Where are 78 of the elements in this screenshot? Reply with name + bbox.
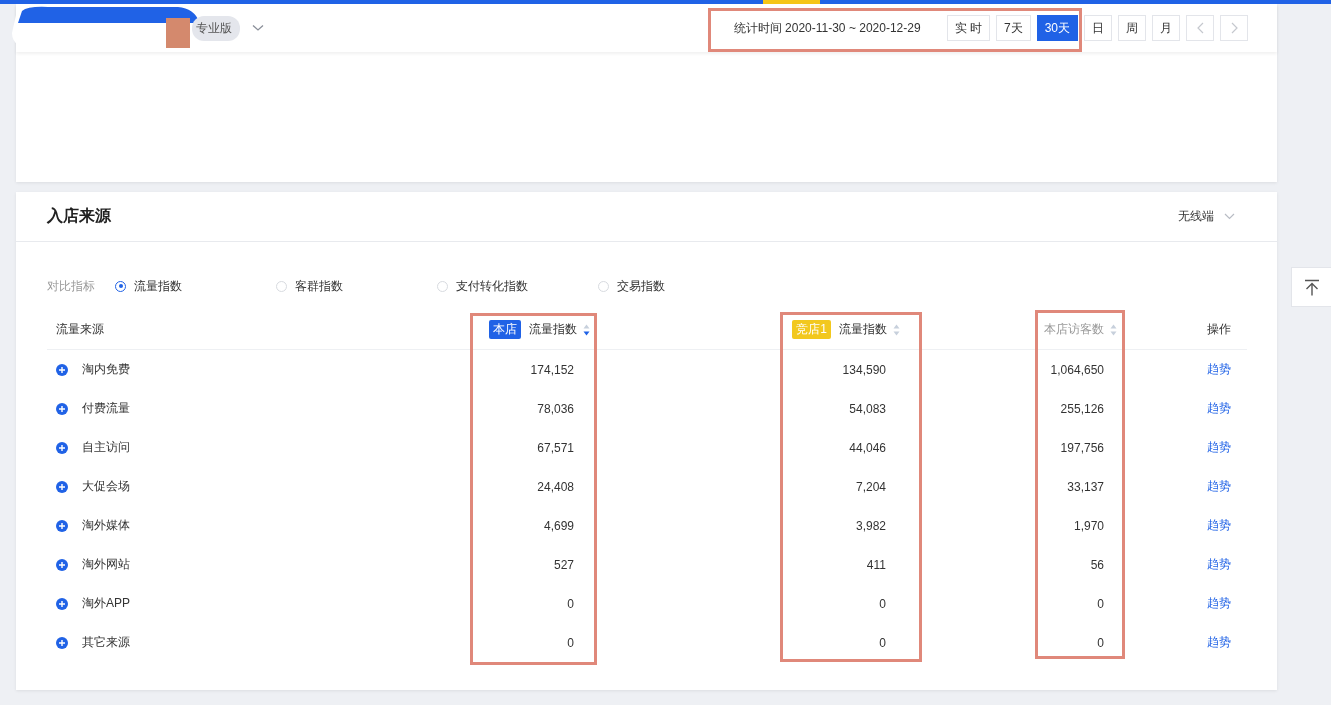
source-name: 自主访问 bbox=[82, 439, 130, 456]
source-name: 淘内免费 bbox=[82, 361, 130, 378]
store-tag: 竞店1 bbox=[792, 320, 831, 339]
source-name: 淘外媒体 bbox=[82, 517, 130, 534]
table-cell: 255,126 bbox=[1060, 401, 1104, 416]
arrow-up-icon bbox=[1304, 278, 1320, 296]
table-cell: 1,970 bbox=[1073, 518, 1104, 533]
trend-link[interactable]: 趋势 bbox=[1207, 517, 1231, 534]
table-cell: 0 bbox=[879, 596, 886, 611]
column-header[interactable]: 流量指数 bbox=[839, 321, 887, 338]
radio-option[interactable]: 支付转化指数 bbox=[437, 277, 598, 295]
trend-link[interactable]: 趋势 bbox=[1207, 361, 1231, 378]
chevron-right-icon bbox=[1230, 22, 1238, 34]
table-cell: 0 bbox=[1097, 596, 1104, 611]
table-cell: 1,064,650 bbox=[1050, 362, 1104, 377]
table-cell: 24,408 bbox=[537, 479, 574, 494]
table-cell: 4,699 bbox=[543, 518, 574, 533]
table-cell: 7,204 bbox=[855, 479, 886, 494]
table-cell: 411 bbox=[866, 557, 886, 572]
chevron-down-icon[interactable] bbox=[252, 24, 264, 32]
trend-link[interactable]: 趋势 bbox=[1207, 556, 1231, 573]
sort-icon[interactable] bbox=[583, 323, 590, 336]
compare-label: 对比指标 bbox=[47, 277, 96, 295]
radio-option[interactable]: 交易指数 bbox=[598, 277, 759, 295]
device-select[interactable]: 无线端 bbox=[1178, 208, 1235, 225]
column-header: 操作 bbox=[1207, 321, 1231, 338]
source-name: 淘外网站 bbox=[82, 556, 130, 573]
trend-link[interactable]: 趋势 bbox=[1207, 400, 1231, 417]
expand-icon[interactable] bbox=[56, 519, 68, 532]
table-cell: 3,982 bbox=[855, 518, 886, 533]
table-cell: 197,756 bbox=[1060, 440, 1104, 455]
table-cell: 527 bbox=[553, 557, 574, 572]
period-button[interactable]: 周 bbox=[1118, 15, 1146, 41]
expand-icon[interactable] bbox=[56, 363, 68, 376]
back-to-top-button[interactable] bbox=[1291, 267, 1331, 307]
table-cell: 0 bbox=[1097, 635, 1104, 650]
tab-indicator bbox=[763, 0, 820, 4]
chevron-left-icon bbox=[1196, 22, 1204, 34]
table-cell: 56 bbox=[1090, 557, 1104, 572]
period-button[interactable]: 实 时 bbox=[946, 15, 990, 41]
expand-icon[interactable] bbox=[56, 558, 68, 571]
table-cell: 174,152 bbox=[530, 362, 574, 377]
expand-icon[interactable] bbox=[56, 480, 68, 493]
logo-mark bbox=[166, 18, 190, 48]
period-button[interactable]: 月 bbox=[1152, 15, 1180, 41]
table-cell: 78,036 bbox=[537, 401, 574, 416]
period-button[interactable]: 7天 bbox=[995, 15, 1031, 41]
trend-link[interactable]: 趋势 bbox=[1207, 478, 1231, 495]
chevron-down-icon bbox=[1224, 213, 1235, 220]
table-cell: 67,571 bbox=[537, 440, 574, 455]
expand-icon[interactable] bbox=[56, 441, 68, 454]
period-button[interactable]: 日 bbox=[1084, 15, 1112, 41]
expand-icon[interactable] bbox=[56, 402, 68, 415]
expand-icon[interactable] bbox=[56, 597, 68, 610]
column-header: 流量来源 bbox=[56, 321, 104, 338]
source-name: 大促会场 bbox=[82, 478, 130, 495]
table-cell: 134,590 bbox=[842, 362, 886, 377]
table-cell: 0 bbox=[567, 635, 574, 650]
table-cell: 0 bbox=[879, 635, 886, 650]
section-title: 入店来源 bbox=[47, 206, 111, 226]
radio-option[interactable]: 流量指数 bbox=[115, 277, 276, 295]
table-cell: 54,083 bbox=[849, 401, 886, 416]
source-name: 淘外APP bbox=[82, 595, 130, 612]
table-cell: 44,046 bbox=[849, 440, 886, 455]
radio-option[interactable]: 客群指数 bbox=[276, 277, 437, 295]
store-tag: 本店 bbox=[489, 320, 521, 339]
expand-icon[interactable] bbox=[56, 636, 68, 649]
period-button[interactable]: 30天 bbox=[1036, 15, 1078, 41]
table-cell: 33,137 bbox=[1067, 479, 1104, 494]
date-range: 统计时间 2020-11-30 ~ 2020-12-29 bbox=[733, 19, 921, 37]
trend-link[interactable]: 趋势 bbox=[1207, 439, 1231, 456]
column-header[interactable]: 流量指数 bbox=[529, 321, 577, 338]
source-name: 其它来源 bbox=[82, 634, 130, 651]
trend-link[interactable]: 趋势 bbox=[1207, 595, 1231, 612]
table-cell: 0 bbox=[567, 596, 574, 611]
source-name: 付费流量 bbox=[82, 400, 130, 417]
edition-badge: 专业版 bbox=[192, 15, 240, 41]
trend-link[interactable]: 趋势 bbox=[1207, 634, 1231, 651]
